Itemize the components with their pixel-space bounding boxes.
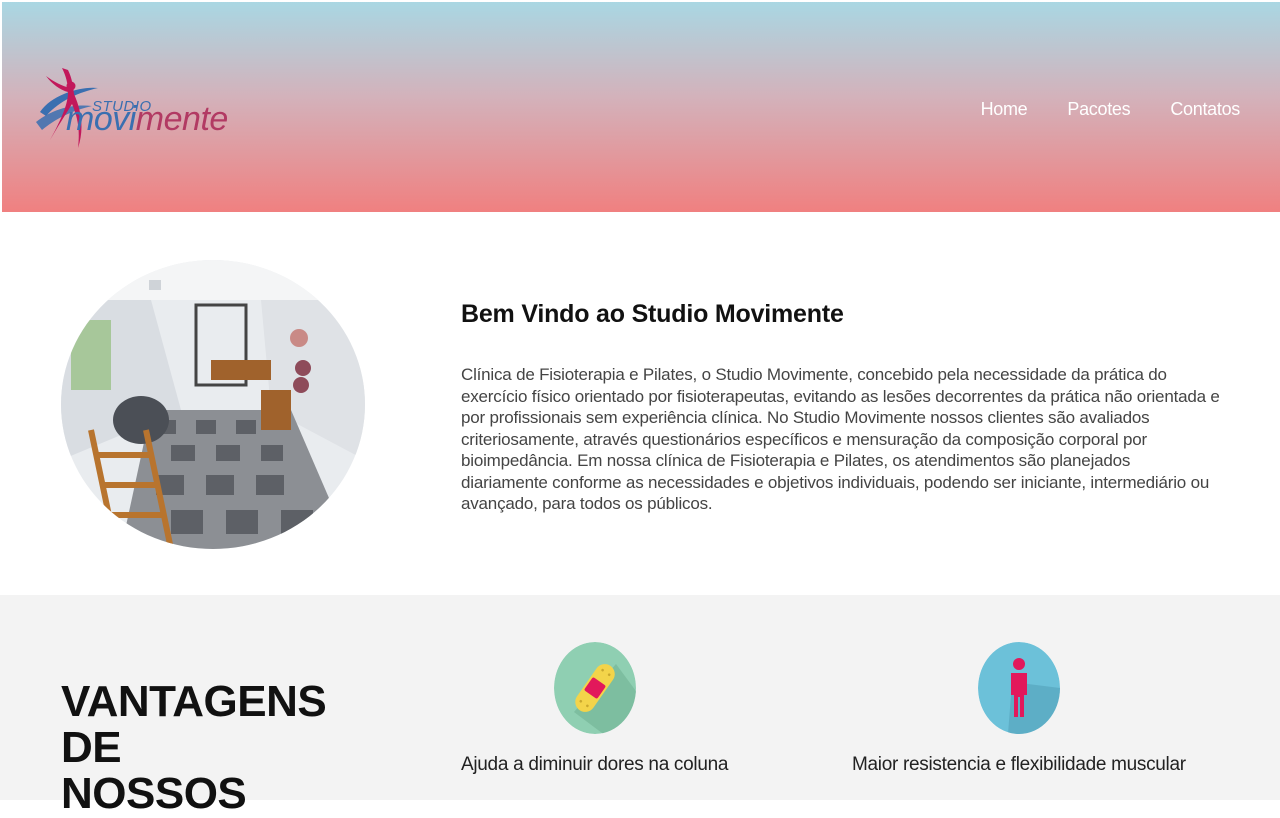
- logo-word-start: movi: [66, 100, 136, 138]
- nav-home[interactable]: Home: [981, 99, 1028, 120]
- advantages-section: VANTAGENS DE NOSSOS Ajuda a diminuir dor…: [0, 595, 1280, 817]
- studio-photo: [61, 260, 365, 549]
- logo-word-end: mente: [135, 100, 229, 138]
- advantages-title-line: NOSSOS: [61, 769, 247, 818]
- studio-room-image: [61, 260, 365, 549]
- studio-movimente-logo[interactable]: STUDIO movimente: [32, 64, 252, 154]
- benefit-flexibility: Maior resistencia e flexibilidade muscul…: [852, 642, 1186, 776]
- bandage-icon: [553, 642, 636, 734]
- benefit-back-pain: Ajuda a diminuir dores na coluna: [461, 642, 728, 776]
- welcome-section: Bem Vindo ao Studio Movimente Clínica de…: [0, 212, 1280, 595]
- nav-pacotes[interactable]: Pacotes: [1067, 99, 1130, 120]
- welcome-title: Bem Vindo ao Studio Movimente: [461, 300, 844, 328]
- person-icon: [977, 642, 1060, 734]
- benefit-label: Maior resistencia e flexibilidade muscul…: [852, 754, 1186, 775]
- benefit-label: Ajuda a diminuir dores na coluna: [461, 754, 729, 775]
- main-nav: Home Pacotes Contatos: [981, 99, 1241, 120]
- nav-contatos[interactable]: Contatos: [1170, 99, 1240, 120]
- advantages-title: VANTAGENS DE NOSSOS: [61, 677, 327, 818]
- logo-wordmark: movimente: [66, 100, 228, 139]
- advantages-title-line: VANTAGENS: [61, 677, 327, 726]
- site-header: STUDIO movimente Home Pacotes Contatos: [2, 2, 1280, 212]
- advantages-title-line: DE: [61, 723, 122, 772]
- welcome-description: Clínica de Fisioterapia e Pilates, o Stu…: [461, 365, 1220, 513]
